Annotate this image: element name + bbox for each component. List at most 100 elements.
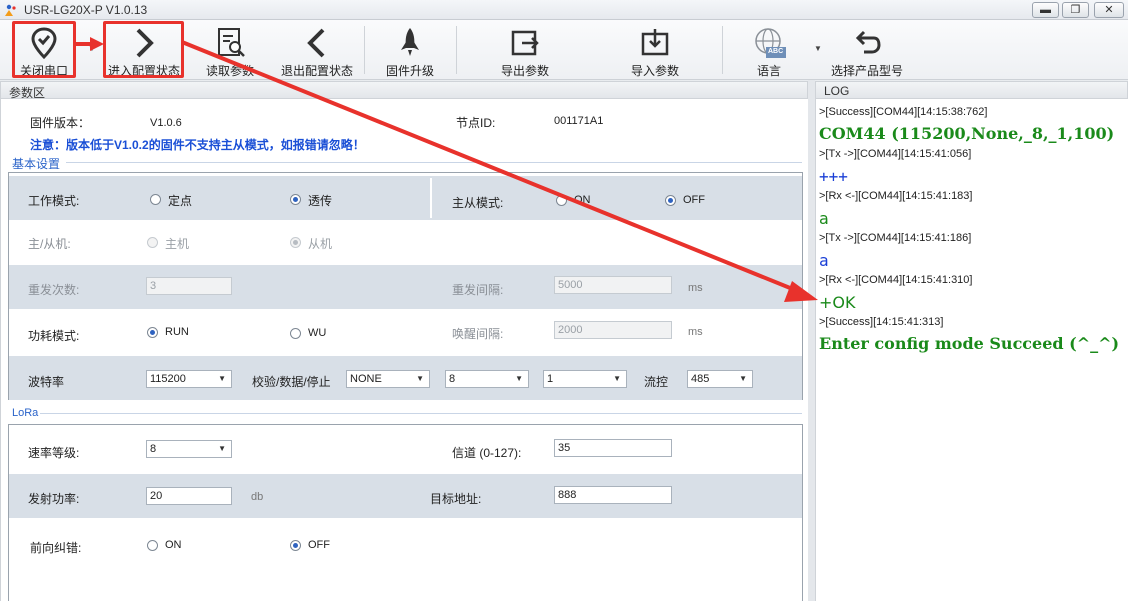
highlight-box-close-port <box>12 21 76 78</box>
data-bits-select[interactable]: 8 ▼ <box>445 370 529 388</box>
group-divider <box>66 162 802 163</box>
log-line: a <box>819 209 829 228</box>
dropdown-arrow-icon: ▼ <box>218 374 226 383</box>
slave-label: 从机 <box>308 237 333 251</box>
tx-power-unit: db <box>251 491 264 503</box>
log-line: >[Success][COM44][14:15:38:762] <box>819 106 988 118</box>
target-address-input[interactable]: 888 <box>554 486 672 504</box>
toolbar-separator <box>456 26 457 74</box>
exit-config-button[interactable]: 退出配置状态 <box>278 22 356 78</box>
firmware-version-value: V1.0.6 <box>150 117 182 129</box>
log-line: +++ <box>819 167 848 186</box>
retry-interval-input[interactable]: 5000 <box>554 276 672 294</box>
log-line: +OK <box>819 293 856 312</box>
retry-interval-label: 重发间隔: <box>452 283 504 297</box>
import-icon <box>641 29 669 56</box>
fec-off-radio[interactable] <box>290 540 301 551</box>
select-model-label: 选择产品型号 <box>830 64 903 78</box>
power-wu-radio[interactable] <box>290 328 301 339</box>
flow-control-select[interactable]: 485 ▼ <box>687 370 753 388</box>
master-slave-label: 主/从机: <box>28 237 71 251</box>
lora-group-title: LoRa <box>12 407 39 419</box>
target-address-label: 目标地址: <box>430 492 482 506</box>
work-mode-transparent-radio[interactable] <box>290 194 301 205</box>
flow-control-label: 流控 <box>644 375 669 389</box>
work-mode-fixed-label: 定点 <box>168 194 193 208</box>
fec-on-radio[interactable] <box>147 540 158 551</box>
log-line: >[Rx <-][COM44][14:15:41:183] <box>819 190 973 202</box>
log-line: COM44 (115200,None,_8,_1,100) Open <box>819 124 1119 143</box>
power-wu-label: WU <box>308 327 327 339</box>
master-slave-row <box>9 221 802 265</box>
export-params-button[interactable]: 导出参数 <box>490 22 560 78</box>
slave-radio[interactable] <box>290 237 301 248</box>
highlight-box-enter-config <box>103 21 184 78</box>
fec-off-label: OFF <box>308 539 330 551</box>
language-dropdown-arrow-icon[interactable]: ▼ <box>814 44 822 53</box>
toolbar-separator <box>364 26 365 74</box>
fec-label: 前向纠错: <box>30 541 82 555</box>
retry-count-label: 重发次数: <box>28 283 80 297</box>
flow-control-value: 485 <box>691 373 710 385</box>
firmware-warning-text: 注意：版本低于V1.0.2的固件不支持主从模式，如报错请忽略！ <box>30 138 365 152</box>
select-model-button[interactable]: 选择产品型号 <box>826 22 908 78</box>
parity-label: 校验/数据/停止 <box>252 375 331 389</box>
power-run-radio[interactable] <box>147 327 158 338</box>
log-line: Enter config mode Succeed (^_^) <box>819 334 1119 353</box>
channel-input[interactable]: 35 <box>554 439 672 457</box>
tx-power-label: 发射功率: <box>28 492 80 506</box>
maximize-button[interactable]: ❐ <box>1062 2 1089 18</box>
document-search-icon <box>218 28 245 57</box>
rate-row <box>9 428 802 472</box>
firmware-version-label: 固件版本： <box>30 116 91 130</box>
undo-arrow-icon <box>855 30 881 54</box>
node-id-value: 001171A1 <box>554 115 604 127</box>
channel-label: 信道 (0-127): <box>452 446 522 460</box>
dropdown-arrow-icon: ▼ <box>613 374 621 383</box>
minimize-button[interactable]: ▬ <box>1032 2 1059 18</box>
export-params-label: 导出参数 <box>500 64 549 78</box>
baud-rate-value: 115200 <box>150 373 186 385</box>
master-slave-off-radio[interactable] <box>665 195 676 206</box>
node-id-label: 节点ID: <box>456 116 496 130</box>
master-slave-on-radio[interactable] <box>556 195 567 206</box>
wake-interval-label: 唤醒间隔: <box>452 327 504 341</box>
log-line: >[Rx <-][COM44][14:15:41:310] <box>819 274 973 286</box>
params-panel-header: 参数区 <box>0 81 808 100</box>
parity-select[interactable]: NONE ▼ <box>346 370 430 388</box>
language-button[interactable]: ABC 语言 <box>742 22 796 78</box>
app-logo-icon <box>5 4 16 16</box>
master-slave-on-label: ON <box>574 194 591 206</box>
rate-level-label: 速率等级: <box>28 446 80 460</box>
close-window-button[interactable]: ✕ <box>1094 2 1124 18</box>
master-radio[interactable] <box>147 237 158 248</box>
tx-power-row <box>9 474 802 518</box>
retry-count-input[interactable]: 3 <box>146 277 232 295</box>
title-bar: USR-LG20X-P V1.0.13 ▬ ❐ ✕ <box>0 0 1128 20</box>
data-bits-value: 8 <box>449 373 456 385</box>
panel-splitter[interactable] <box>808 80 815 601</box>
retry-row <box>9 265 802 309</box>
firmware-upgrade-label: 固件升级 <box>385 64 434 78</box>
work-mode-label: 工作模式: <box>28 194 80 208</box>
wake-interval-unit: ms <box>688 326 703 338</box>
work-mode-fixed-radio[interactable] <box>150 194 161 205</box>
tx-power-input[interactable]: 20 <box>146 487 232 505</box>
wake-interval-input[interactable]: 2000 <box>554 321 672 339</box>
port-dropdown-arrow-icon[interactable]: ▼ <box>88 44 96 53</box>
power-mode-row <box>9 310 802 354</box>
read-params-button[interactable]: 读取参数 <box>196 22 264 78</box>
rate-level-select[interactable]: 8 ▼ <box>146 440 232 458</box>
master-slave-off-label: OFF <box>683 194 705 206</box>
import-params-button[interactable]: 导入参数 <box>620 22 690 78</box>
export-icon <box>511 30 539 56</box>
firmware-upgrade-button[interactable]: 固件升级 <box>380 22 440 78</box>
import-params-label: 导入参数 <box>630 64 679 78</box>
retry-interval-unit: ms <box>688 282 703 294</box>
parity-value: NONE <box>350 373 382 385</box>
toolbar-separator <box>722 26 723 74</box>
baud-rate-select[interactable]: 115200 ▼ <box>146 370 232 388</box>
stop-bits-select[interactable]: 1 ▼ <box>543 370 627 388</box>
rate-level-value: 8 <box>150 443 157 455</box>
row-divider <box>430 178 432 218</box>
